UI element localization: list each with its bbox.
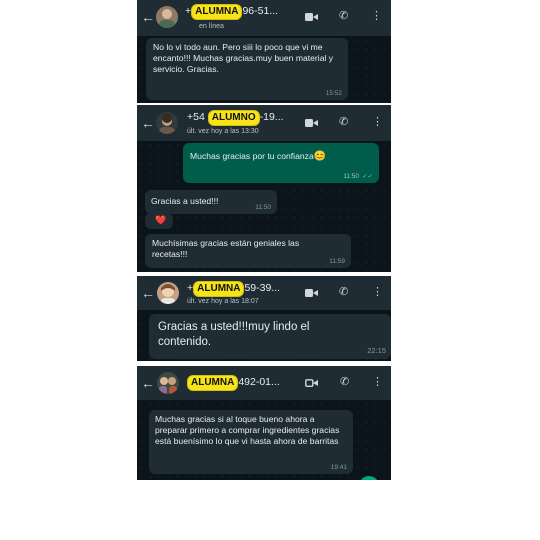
- message-text: Gracias a usted!!!: [151, 196, 219, 206]
- incoming-message[interactable]: No lo vi todo aun. Pero siii lo poco que…: [146, 38, 348, 100]
- message-time: 11:50: [255, 204, 271, 211]
- incoming-message[interactable]: Muchísimas gracias están geniales las re…: [145, 234, 351, 268]
- more-vert-icon[interactable]: ⋮: [372, 376, 383, 388]
- message-text: Muchísimas gracias están geniales las re…: [152, 238, 300, 259]
- message-text: No lo vi todo aun. Pero siii lo poco que…: [153, 42, 334, 74]
- contact-badge: ALUMNA: [191, 4, 243, 20]
- back-arrow-icon[interactable]: ←: [141, 9, 155, 25]
- contact-prefix: +54: [187, 111, 205, 123]
- heart-message[interactable]: ❤️: [145, 213, 173, 229]
- incoming-message[interactable]: Gracias a usted!!! 11:50: [145, 190, 277, 214]
- message-time: 22:15: [367, 346, 386, 355]
- contact-suffix: 96-51...: [242, 5, 279, 17]
- phone-icon[interactable]: ✆: [339, 116, 348, 128]
- avatar[interactable]: [157, 372, 179, 394]
- chat-header: ← + ALUMNA 59-39... últ. vez hoy a las 18:…: [137, 276, 391, 310]
- phone-icon[interactable]: ✆: [340, 376, 349, 388]
- back-arrow-icon[interactable]: ←: [141, 285, 155, 301]
- phone-icon[interactable]: ✆: [339, 10, 348, 22]
- avatar[interactable]: [157, 282, 179, 304]
- contact-suffix: -19...: [259, 111, 284, 123]
- outgoing-message[interactable]: Muchas gracias por tu confianza😊 11:50 ✓…: [183, 143, 379, 183]
- video-camera-icon[interactable]: [305, 118, 318, 128]
- heart-emoji-icon: ❤️: [155, 215, 167, 225]
- message-time: 19:41: [330, 464, 347, 471]
- contact-name[interactable]: +54 ALUMNO -19...: [187, 110, 284, 126]
- chat-screenshot-4: ← ALUMNA 492-01... ✆ ⋮ Muchas gracias si …: [137, 366, 391, 480]
- message-time: 15:52: [325, 90, 342, 97]
- contact-status: últ. vez hoy a las 18:07: [187, 298, 259, 305]
- contact-badge: ALUMNA: [193, 281, 245, 297]
- message-text: Gracias a usted!!!muy lindo el contenido…: [158, 321, 310, 348]
- avatar[interactable]: [156, 6, 178, 28]
- message-text: Muchas gracias si al toque bueno ahora a…: [155, 414, 340, 446]
- incoming-message[interactable]: Gracias a usted!!!muy lindo el contenido…: [149, 314, 391, 359]
- contact-suffix: 492-01...: [238, 376, 280, 388]
- chat-screenshot-2: ← +54 ALUMNO -19... últ. vez hoy a las 13…: [137, 105, 391, 272]
- avatar[interactable]: [156, 112, 178, 134]
- contact-badge: ALUMNO: [207, 110, 260, 126]
- chat-screenshot-1: ← + ALUMNA 96-51... en línea ✆ ⋮ No lo vi …: [137, 0, 391, 103]
- chat-screenshot-3: ← + ALUMNA 59-39... últ. vez hoy a las 18:…: [137, 276, 391, 361]
- message-time: 11:59: [329, 258, 345, 265]
- phone-icon[interactable]: ✆: [339, 286, 348, 298]
- more-vert-icon[interactable]: ⋮: [372, 286, 383, 298]
- more-vert-icon[interactable]: ⋮: [371, 10, 382, 22]
- chat-header: ← ALUMNA 492-01... ✆ ⋮: [137, 366, 391, 400]
- smile-emoji-icon: 😊: [313, 151, 327, 162]
- incoming-message[interactable]: Muchas gracias si al toque bueno ahora a…: [149, 410, 353, 474]
- contact-name[interactable]: + ALUMNA 96-51...: [185, 4, 278, 20]
- video-camera-icon[interactable]: [305, 378, 318, 388]
- contact-suffix: 59-39...: [244, 282, 281, 294]
- message-text: Muchas gracias por tu confianza😊: [190, 151, 326, 162]
- contact-badge: ALUMNA: [187, 375, 239, 391]
- more-vert-icon[interactable]: ⋮: [372, 116, 383, 128]
- video-camera-icon[interactable]: [305, 12, 318, 22]
- contact-name[interactable]: + ALUMNA 59-39...: [187, 281, 280, 297]
- message-time: 11:50: [343, 173, 359, 180]
- chat-header: ← +54 ALUMNO -19... últ. vez hoy a las 13…: [137, 105, 391, 141]
- chat-header: ← + ALUMNA 96-51... en línea ✆ ⋮: [137, 0, 391, 36]
- contact-status: últ. vez hoy a las 13:30: [187, 128, 259, 135]
- message-text-body: Muchas gracias por tu confianza: [190, 151, 314, 161]
- contact-name[interactable]: ALUMNA 492-01...: [187, 375, 280, 391]
- back-arrow-icon[interactable]: ←: [141, 115, 155, 131]
- video-camera-icon[interactable]: [305, 288, 318, 298]
- back-arrow-icon[interactable]: ←: [141, 375, 155, 391]
- read-ticks-icon: ✓✓: [362, 173, 373, 180]
- contact-status: en línea: [199, 23, 224, 30]
